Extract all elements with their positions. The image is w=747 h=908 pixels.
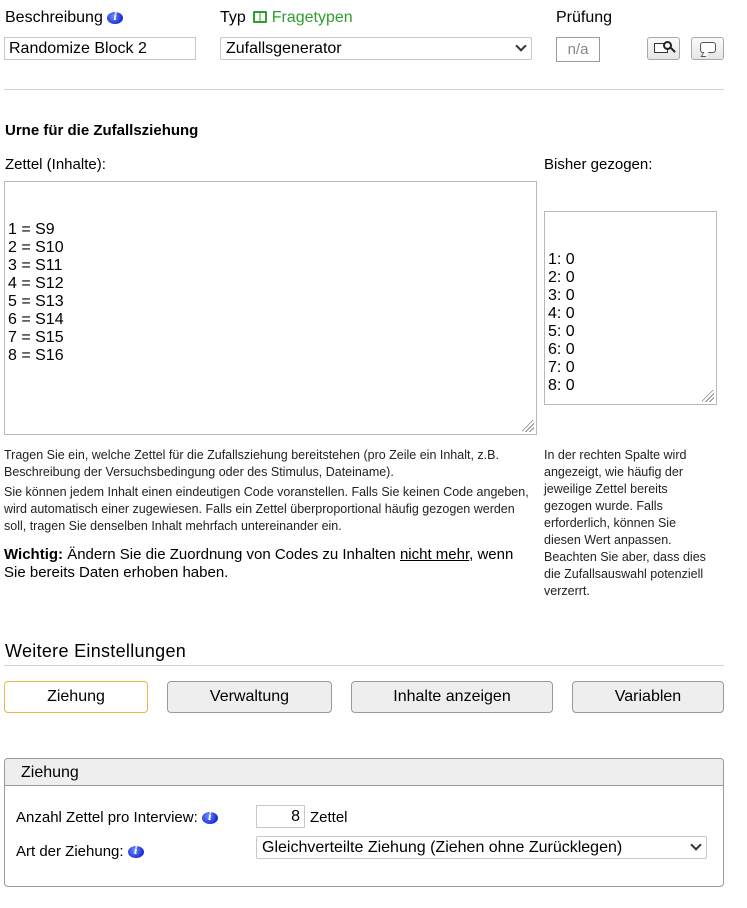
count-input[interactable]: 8 [256, 805, 305, 828]
warning-underline: nicht mehr [399, 546, 470, 563]
tab-inhalte-anzeigen[interactable]: Inhalte anzeigen [351, 681, 553, 713]
tab-variablen[interactable]: Variablen [572, 681, 724, 713]
type-select[interactable]: Zufallsgenerator [220, 37, 532, 60]
magnifier-handle [670, 47, 676, 53]
urn-title: Urne für die Zufallsziehung [5, 122, 199, 139]
count-label: Anzahl Zettel pro Interview: i [16, 809, 218, 826]
chevron-down-icon [515, 40, 527, 52]
drawn-label: Bisher gezogen: [544, 156, 653, 173]
slips-textarea[interactable]: 1 = S9 2 = S10 3 = S11 4 = S12 5 = S13 6… [4, 181, 537, 435]
comment-tail [700, 52, 709, 57]
tab-ziehung[interactable]: Ziehung [4, 681, 148, 713]
help-text-1: Tragen Sie ein, welche Zettel für die Zu… [4, 448, 499, 479]
question-types-link[interactable]: Fragetypen [272, 9, 353, 26]
mode-select[interactable]: Gleichverteilte Ziehung (Ziehen ohne Zur… [256, 836, 707, 859]
info-icon[interactable]: i [201, 812, 218, 824]
description-label: Beschreibung i [5, 9, 124, 27]
right-help-text: In der rechten Spalte wird angezeigt, wi… [544, 448, 706, 598]
warning-pre: Ändern Sie die Zuordnung von Codes zu In… [63, 546, 400, 563]
mode-label: Art der Ziehung: i [16, 843, 144, 860]
info-icon[interactable]: i [127, 846, 144, 858]
description-input[interactable]: Randomize Block 2 [4, 37, 196, 60]
settings-title: Weitere Einstellungen [5, 641, 187, 661]
check-value[interactable]: n/a [556, 37, 600, 62]
mode-select-value: Gleichverteilte Ziehung (Ziehen ohne Zur… [262, 839, 623, 856]
comment-button[interactable] [691, 37, 724, 60]
type-select-value: Zufallsgenerator [226, 40, 342, 57]
warning-bold: Wichtig: [4, 546, 64, 563]
warning-text: Wichtig: Ändern Sie die Zuordnung von Co… [4, 546, 524, 582]
chevron-down-icon [690, 839, 702, 851]
info-icon[interactable]: i [107, 12, 124, 24]
slips-label: Zettel (Inhalte): [5, 156, 106, 173]
divider [4, 89, 724, 90]
settings-divider [4, 665, 724, 666]
resize-grip-icon[interactable] [522, 420, 534, 432]
check-label: Prüfung [556, 9, 613, 26]
help-text-2: Sie können jedem Inhalt einen eindeutige… [4, 485, 529, 533]
slips-content: 1 = S9 2 = S10 3 = S11 4 = S12 5 = S13 6… [8, 221, 64, 364]
preview-button[interactable] [647, 37, 680, 60]
drawn-textarea[interactable]: 1: 0 2: 0 3: 0 4: 0 5: 0 6: 0 7: 0 8: 0 [544, 211, 717, 405]
tab-verwaltung[interactable]: Verwaltung [167, 681, 332, 713]
count-unit: Zettel [310, 809, 348, 826]
type-label: Typ Fragetypen [220, 9, 353, 26]
book-icon[interactable] [253, 11, 268, 23]
drawn-content: 1: 0 2: 0 3: 0 4: 0 5: 0 6: 0 7: 0 8: 0 [548, 251, 575, 394]
resize-grip-icon[interactable] [702, 390, 714, 402]
draw-panel-header: Ziehung [5, 759, 723, 786]
